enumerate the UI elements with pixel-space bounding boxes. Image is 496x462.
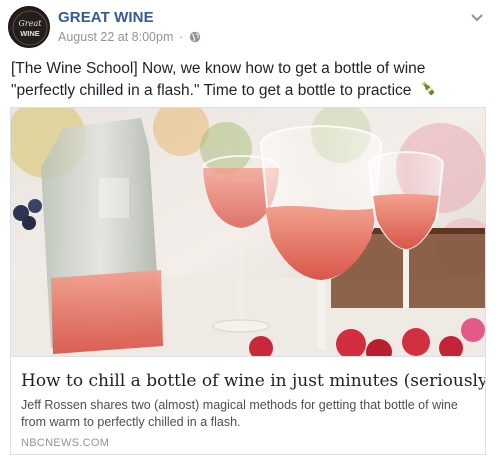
page-name-link[interactable]: GREAT WINE: [58, 9, 154, 26]
post-timestamp[interactable]: August 22 at 8:00pm: [58, 30, 173, 44]
link-preview-body[interactable]: How to chill a bottle of wine in just mi…: [11, 356, 485, 454]
rose-wine-glasses-photo[interactable]: [11, 108, 485, 356]
link-domain: NBCNEWS.COM: [21, 437, 110, 449]
post-header: Great WINE GREAT WINE August 22 at 8:00p…: [8, 6, 488, 50]
champagne-bottle-icon: [420, 80, 436, 105]
post-meta: August 22 at 8:00pm ·: [58, 30, 201, 46]
meta-separator: ·: [178, 30, 184, 44]
post-message: [The Wine School] Now, we know how to ge…: [11, 58, 485, 105]
link-preview-card[interactable]: How to chill a bottle of wine in just mi…: [10, 107, 486, 455]
globe-icon[interactable]: [189, 31, 201, 46]
wine-logo-icon: Great WINE: [10, 8, 49, 47]
chevron-down-icon[interactable]: [470, 10, 484, 28]
link-description: Jeff Rossen shares two (almost) magical …: [21, 398, 458, 429]
post-message-text: [The Wine School] Now, we know how to ge…: [11, 60, 426, 99]
avatar-text-1: Great: [19, 19, 43, 28]
avatar-text-2: WINE: [20, 29, 40, 38]
link-title[interactable]: How to chill a bottle of wine in just mi…: [21, 371, 485, 391]
page-avatar[interactable]: Great WINE: [8, 6, 50, 48]
